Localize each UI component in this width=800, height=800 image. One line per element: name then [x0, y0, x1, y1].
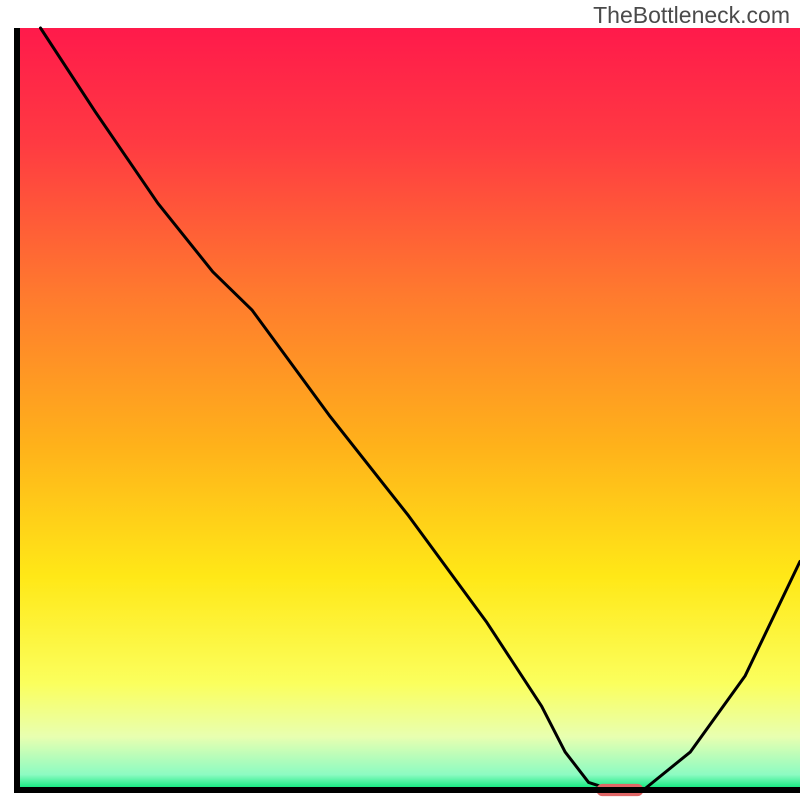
- plot-background: [17, 28, 800, 790]
- chart-frame: TheBottleneck.com: [0, 0, 800, 800]
- bottleneck-chart: [0, 0, 800, 800]
- watermark-text: TheBottleneck.com: [593, 2, 790, 29]
